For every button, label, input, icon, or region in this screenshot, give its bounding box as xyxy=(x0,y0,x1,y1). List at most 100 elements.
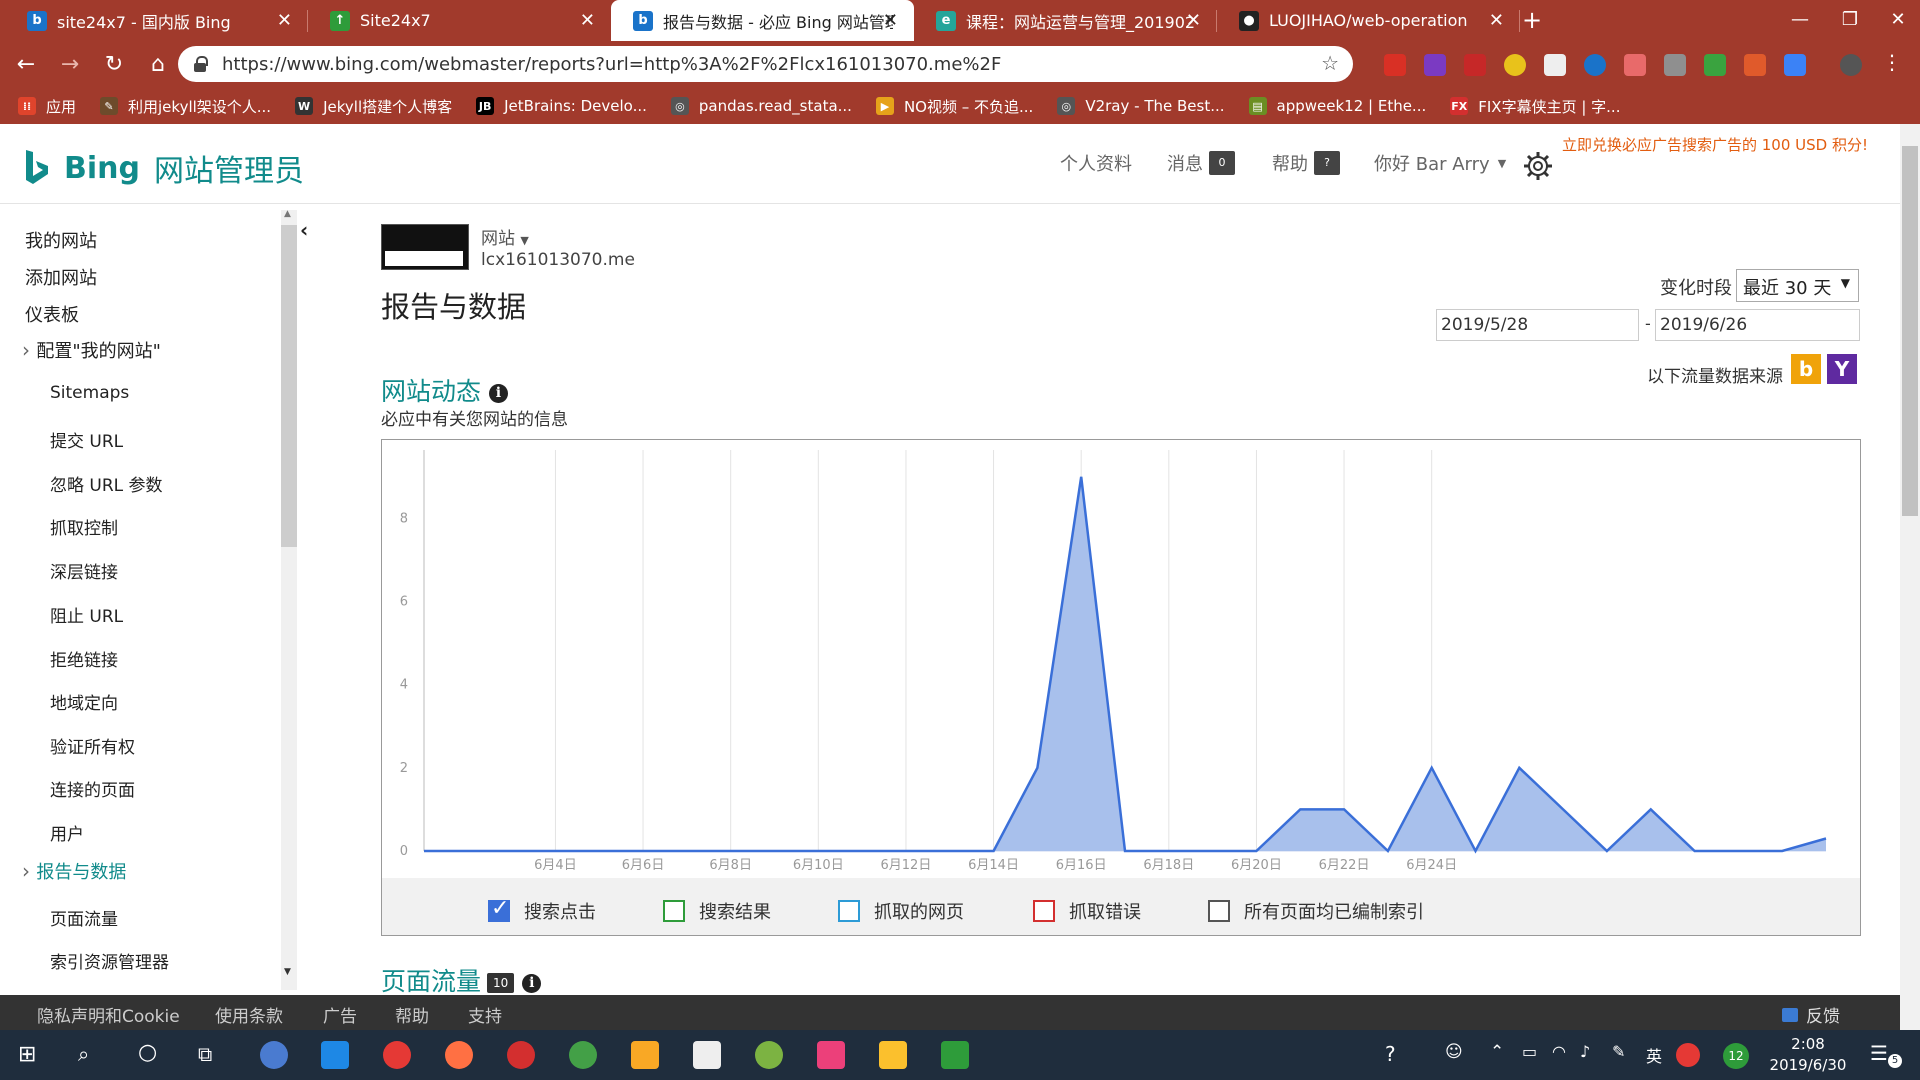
clock-date[interactable]: 2019/6/30 xyxy=(1755,1056,1861,1074)
notification-count[interactable]: 12 xyxy=(1723,1043,1749,1069)
gear-icon[interactable] xyxy=(1522,150,1554,182)
profile-link[interactable]: 个人资料 xyxy=(1060,150,1132,176)
extension-icon[interactable] xyxy=(1584,54,1606,76)
user-menu[interactable]: 你好 Bar Arry ▼ xyxy=(1374,150,1506,176)
battery-icon[interactable]: ▭ xyxy=(1522,1042,1537,1061)
action-center-icon[interactable]: ☰ xyxy=(1870,1041,1888,1065)
footer-link[interactable]: 隐私声明和Cookie xyxy=(37,1002,180,1027)
period-select[interactable]: 最近 30 天 ▼ xyxy=(1736,269,1859,302)
footer-link[interactable]: 广告 xyxy=(323,1002,357,1027)
sidebar-item[interactable]: 仪表板 xyxy=(25,301,79,327)
legend-checkbox[interactable] xyxy=(1208,900,1230,922)
extension-icon[interactable] xyxy=(1784,54,1806,76)
browser-tab[interactable]: e 课程：网站运营与管理_201902 ✕ xyxy=(914,0,1217,41)
home-button[interactable]: ⌂ xyxy=(140,47,176,83)
reload-button[interactable]: ↻ xyxy=(96,47,132,83)
scroll-up-arrow[interactable]: ▲ xyxy=(284,209,291,219)
info-icon[interactable]: i xyxy=(488,383,508,403)
task-view-icon[interactable]: ⧉ xyxy=(198,1042,212,1066)
firefox-icon[interactable] xyxy=(445,1041,473,1069)
sidebar-item[interactable]: 添加网站 xyxy=(25,264,97,290)
chevron-up-icon[interactable]: ⌃ xyxy=(1490,1042,1504,1062)
footer-link[interactable]: 帮助 xyxy=(395,1002,429,1027)
bookmark-item[interactable]: W Jekyll搭建个人博客 xyxy=(295,96,452,117)
close-window-button[interactable]: ✕ xyxy=(1868,0,1920,41)
extension-icon[interactable] xyxy=(1744,54,1766,76)
date-to-input[interactable]: 2019/6/26 xyxy=(1655,309,1860,341)
bookmark-item[interactable]: FX FIX字幕侠主页 | 字... xyxy=(1450,96,1620,117)
legend-item[interactable]: 搜索点击 xyxy=(488,896,596,924)
chrome-icon[interactable] xyxy=(383,1041,411,1069)
tab-close-icon[interactable]: ✕ xyxy=(580,10,595,31)
help-circle-icon[interactable]: ? xyxy=(1385,1042,1396,1066)
date-from-input[interactable]: 2019/5/28 xyxy=(1436,309,1639,341)
bing-logo[interactable]: Bing 网站管理员 xyxy=(24,146,304,190)
extension-icon[interactable] xyxy=(1464,54,1486,76)
sidebar-item[interactable]: 用户 xyxy=(50,820,84,845)
bookmark-item[interactable]: JB JetBrains: Develo... xyxy=(476,97,647,115)
menu-icon[interactable]: ⋮ xyxy=(1882,50,1902,74)
sidebar-item[interactable]: 抓取控制 xyxy=(50,514,118,539)
legend-checkbox[interactable] xyxy=(1033,900,1055,922)
sidebar-item[interactable]: › 配置"我的网站" xyxy=(22,337,161,363)
app-icon[interactable] xyxy=(260,1041,288,1069)
sidebar-item[interactable]: 拒绝链接 xyxy=(50,646,118,671)
legend-item[interactable]: 搜索结果 xyxy=(663,898,771,924)
browser-tab[interactable]: b site24x7 - 国内版 Bing ✕ xyxy=(5,0,308,41)
wifi-icon[interactable]: ◠ xyxy=(1552,1042,1566,1061)
tab-close-icon[interactable]: ✕ xyxy=(277,10,292,31)
input-language[interactable]: 英 xyxy=(1646,1043,1662,1067)
tab-close-icon[interactable]: ✕ xyxy=(1186,10,1201,31)
clock-time[interactable]: 2:08 xyxy=(1755,1035,1861,1053)
new-tab-button[interactable]: + xyxy=(1512,0,1552,41)
sidebar-item[interactable]: 深层链接 xyxy=(50,558,118,583)
feedback-button[interactable]: 反馈 xyxy=(1782,1002,1840,1027)
promo-link[interactable]: 立即兑换必应广告搜索广告的 100 USD 积分! xyxy=(1562,134,1868,155)
extension-icon[interactable] xyxy=(1624,54,1646,76)
extension-icon[interactable] xyxy=(1424,54,1446,76)
info-icon[interactable]: i xyxy=(522,973,542,993)
sidebar-item[interactable]: 阻止 URL xyxy=(50,602,123,627)
collapse-sidebar-icon[interactable]: ‹ xyxy=(300,218,308,242)
bookmark-item[interactable]: ◎ pandas.read_stata... xyxy=(670,97,852,115)
page-scrollbar-thumb[interactable] xyxy=(1902,146,1918,516)
sidebar-item[interactable]: 连接的页面 xyxy=(50,776,135,801)
scroll-down-arrow[interactable]: ▼ xyxy=(284,967,291,977)
tab-close-icon[interactable]: ✕ xyxy=(883,10,898,31)
site-selector[interactable]: 网站 ▼ xyxy=(481,224,529,249)
store-icon[interactable] xyxy=(693,1041,721,1069)
legend-checkbox[interactable] xyxy=(488,896,510,922)
app-icon[interactable] xyxy=(755,1041,783,1069)
sidebar-item[interactable]: 验证所有权 xyxy=(50,733,135,758)
ime-icon[interactable] xyxy=(1676,1043,1700,1067)
bing-source-icon[interactable]: b xyxy=(1791,354,1821,384)
tab-close-icon[interactable]: ✕ xyxy=(1489,10,1504,31)
pen-icon[interactable]: ✎ xyxy=(1612,1042,1625,1061)
sidebar-scrollbar-thumb[interactable] xyxy=(281,225,297,547)
sidebar-item[interactable]: 索引资源管理器 xyxy=(50,948,169,973)
extension-icon[interactable] xyxy=(1704,54,1726,76)
legend-item[interactable]: 抓取的网页 xyxy=(838,898,964,924)
yahoo-source-icon[interactable]: Y xyxy=(1827,354,1857,384)
sidebar-item[interactable]: Sitemaps xyxy=(50,383,129,403)
legend-item[interactable]: 抓取错误 xyxy=(1033,898,1141,924)
extension-icon[interactable] xyxy=(1384,54,1406,76)
forward-button[interactable]: → xyxy=(52,47,88,83)
app-icon[interactable] xyxy=(569,1041,597,1069)
sidebar-item[interactable]: 忽略 URL 参数 xyxy=(50,471,163,496)
help-link[interactable]: 帮助? xyxy=(1272,150,1340,176)
cortana-icon[interactable]: ○ xyxy=(138,1040,157,1065)
footer-link[interactable]: 使用条款 xyxy=(215,1002,283,1027)
bookmark-item[interactable]: ◎ V2ray - The Best... xyxy=(1057,97,1225,115)
bookmark-item[interactable]: ✎ 利用jekyll架设个人... xyxy=(100,96,271,117)
edge-icon[interactable] xyxy=(321,1041,349,1069)
sidebar-item[interactable]: › 报告与数据 xyxy=(22,858,126,884)
sidebar-item[interactable]: 地域定向 xyxy=(50,689,118,714)
messages-link[interactable]: 消息 0 xyxy=(1167,150,1235,176)
sidebar-item[interactable]: 页面流量 xyxy=(50,905,118,930)
app-icon[interactable] xyxy=(879,1041,907,1069)
browser-tab[interactable]: b 报告与数据 - 必应 Bing 网站管理 ✕ xyxy=(611,0,914,41)
extension-icon[interactable] xyxy=(1544,54,1566,76)
people-icon[interactable]: ☺ xyxy=(1445,1042,1463,1062)
app-icon[interactable] xyxy=(817,1041,845,1069)
